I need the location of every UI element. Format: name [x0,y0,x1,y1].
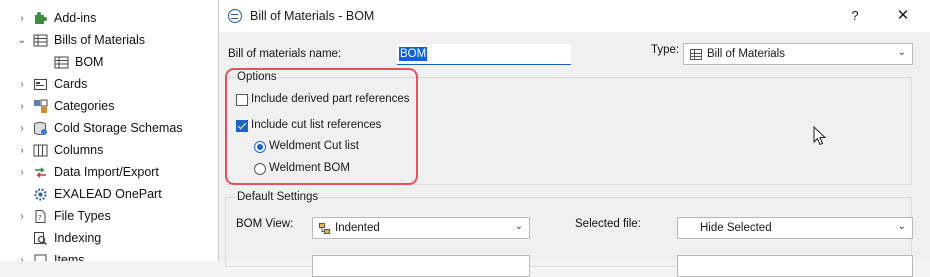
reference-version-select[interactable] [677,255,913,277]
database-icon [33,121,48,136]
selected-file-label: Selected file: [575,218,641,230]
bom-view-label: BOM View: [236,218,294,230]
close-button[interactable]: ✕ [891,5,915,27]
chevron-down-icon: ⌄ [514,221,523,232]
chevron-right-icon[interactable]: › [16,145,28,156]
selected-file-select[interactable]: Hide Selected ⌄ [677,217,913,239]
puzzle-icon [33,11,48,26]
tree-item-exalead-onepart[interactable]: EXALEAD OnePart [16,184,162,204]
bom-view-select[interactable]: Indented ⌄ [312,217,530,239]
chevron-right-icon[interactable]: › [16,123,28,134]
annotation-highlight [225,68,418,185]
import-export-icon [33,165,48,180]
tree-item-label: Categories [54,99,115,113]
help-button[interactable]: ? [843,5,867,27]
tree-item-bills-of-materials[interactable]: ⌄ Bills of Materials [16,30,145,50]
chevron-right-icon[interactable]: › [16,13,28,24]
bom-dialog: Bill of Materials - BOM ? ✕ Bill of mate… [218,0,930,277]
items-icon [33,253,48,261]
type-label: Type: [651,44,680,56]
card-icon [33,77,48,92]
bom-view-value: Indented [335,222,380,234]
chevron-down-icon: ⌄ [897,221,906,232]
tree-item-label: Indexing [54,231,102,245]
tree-item-categories[interactable]: › Categories [16,96,114,116]
tree-item-label: Items [54,253,85,261]
tree-item-label: Cards [54,77,88,91]
tree-item-columns[interactable]: › Columns [16,140,103,160]
admin-tree: › Add-ins ⌄ Bills of Materials BOM › Car… [0,0,218,261]
columns-icon [33,143,48,158]
tree-item-label: BOM [75,55,104,69]
bom-name-input[interactable]: BOM [397,44,571,65]
app-logo-icon [228,9,242,23]
tree-item-label: File Types [54,209,111,223]
tree-item-label: Cold Storage Schemas [54,121,183,135]
tree-item-label: Columns [54,143,104,157]
table-icon [54,55,69,70]
tree-item-data-import-export[interactable]: › Data Import/Export [16,162,159,182]
indented-bom-icon [319,223,330,234]
chevron-right-icon[interactable]: › [16,79,28,90]
dialog-titlebar[interactable]: Bill of Materials - BOM ? ✕ [219,0,930,32]
chevron-down-icon: ⌄ [897,47,906,58]
chevron-down-icon[interactable]: ⌄ [16,35,28,46]
tree-item-bom[interactable]: BOM [37,52,103,72]
dialog-title: Bill of Materials - BOM [250,9,375,23]
tree-item-add-ins[interactable]: › Add-ins [16,8,96,28]
table-icon [690,49,702,60]
tree-item-cold-storage-schemas[interactable]: › Cold Storage Schemas [16,118,183,138]
default-settings-group-title: Default Settings [236,191,320,203]
categories-icon [33,99,48,114]
tree-view-select[interactable] [312,255,530,277]
bom-name-label: Bill of materials name: [228,48,342,60]
gear-icon [33,187,48,202]
tree-item-items[interactable]: › Items [16,250,85,261]
type-select[interactable]: Bill of Materials ⌄ [683,43,913,65]
search-icon [33,231,48,246]
chevron-right-icon[interactable]: › [16,101,28,112]
tree-item-cards[interactable]: › Cards [16,74,87,94]
tree-item-label: Data Import/Export [54,165,159,179]
chevron-right-icon[interactable]: › [16,167,28,178]
table-icon [33,33,48,48]
chevron-right-icon[interactable]: › [16,211,28,222]
type-select-value: Bill of Materials [707,48,785,60]
tree-item-label: Bills of Materials [54,33,145,47]
tree-item-indexing[interactable]: Indexing [16,228,101,248]
file-types-icon: ? [33,209,48,224]
tree-item-label: EXALEAD OnePart [54,187,162,201]
chevron-right-icon[interactable]: › [16,255,28,262]
bom-name-value: BOM [399,47,428,61]
tree-item-file-types[interactable]: › ? File Types [16,206,111,226]
selected-file-value: Hide Selected [700,222,772,234]
mouse-cursor-icon [813,126,827,146]
svg-text:?: ? [38,214,42,222]
tree-item-label: Add-ins [54,11,97,25]
